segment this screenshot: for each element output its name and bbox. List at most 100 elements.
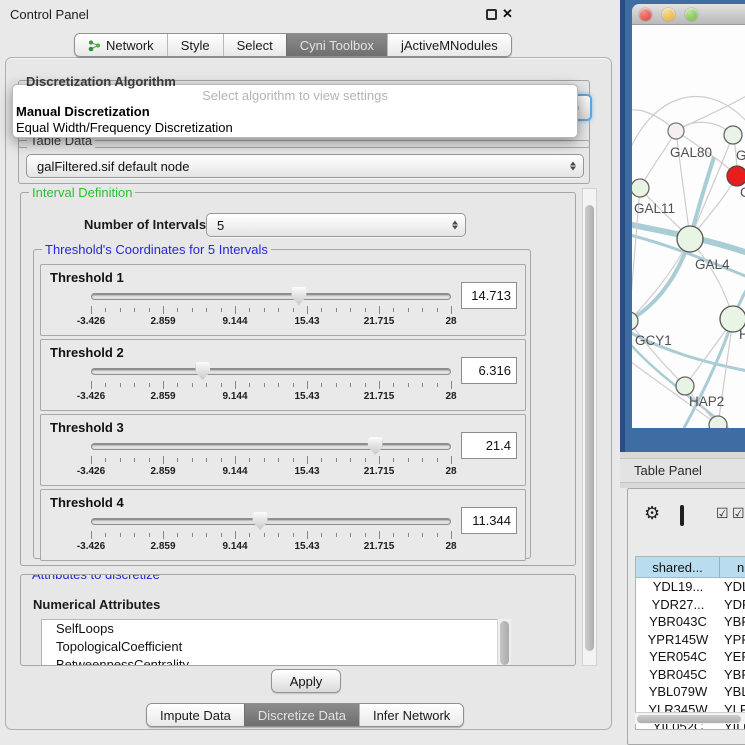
numerical-attributes-list[interactable]: SelfLoopsTopologicalCoefficientBetweenne…	[41, 619, 511, 666]
network-node[interactable]	[677, 226, 703, 252]
slider-thumb[interactable]	[368, 437, 383, 455]
slider-track[interactable]	[91, 368, 451, 375]
network-canvas[interactable]: GAL80GAGAL11CGAL4GCY1HHAP2	[632, 25, 745, 428]
threshold-value-field[interactable]: 14.713	[461, 282, 517, 309]
slider-tick	[91, 456, 92, 464]
tab-cyni-toolbox[interactable]: Cyni Toolbox	[286, 34, 387, 56]
table-row[interactable]: YBL079WYBL0	[636, 684, 745, 702]
network-node[interactable]	[632, 179, 649, 197]
attributes-list-scrollbar[interactable]	[497, 619, 511, 666]
tab-impute-data[interactable]: Impute Data	[147, 704, 244, 726]
network-node-label: GAL80	[670, 145, 712, 160]
checkbox-filter-icon[interactable]: ☑	[716, 505, 729, 522]
main-scrollbar[interactable]	[582, 188, 597, 666]
table-row[interactable]: YBR043CYBR0	[636, 614, 745, 632]
interval-definition-group: Interval Definition Number of Intervals …	[20, 192, 576, 566]
cell-name[interactable]: YDR2	[722, 597, 745, 612]
cell-name[interactable]: YBR0	[722, 614, 745, 629]
network-node[interactable]	[724, 126, 742, 144]
network-node[interactable]	[668, 123, 684, 139]
cell-name[interactable]: YPR1	[722, 632, 745, 647]
apply-button[interactable]: Apply	[271, 669, 341, 693]
column-header-name[interactable]: n	[721, 557, 745, 578]
threshold-label: Threshold 4	[50, 495, 124, 510]
attribute-list-item[interactable]: TopologicalCoefficient	[42, 638, 510, 656]
network-node[interactable]	[727, 166, 745, 186]
algorithm-placeholder-item[interactable]: Select algorithm to view settings	[13, 88, 577, 103]
cell-shared-name[interactable]: YER054C	[636, 649, 720, 664]
threshold-value-field[interactable]: 21.4	[461, 432, 517, 459]
threshold-value-field[interactable]: 11.344	[461, 507, 517, 534]
algorithm-option-equal-width[interactable]: Equal Width/Frequency Discretization	[16, 120, 233, 135]
node-attribute-table[interactable]: shared... n YDL19...YDL1YDR27...YDR2YBR0…	[635, 556, 745, 730]
slider-tick-label: 28	[445, 466, 456, 477]
zoom-traffic-light[interactable]	[685, 8, 698, 21]
cell-shared-name[interactable]: YBR043C	[636, 614, 720, 629]
table-row[interactable]: YER054CYER0	[636, 649, 745, 667]
cell-name[interactable]: YBR0	[722, 667, 745, 682]
tab-network[interactable]: Network	[75, 34, 167, 56]
cell-name[interactable]: YBL0	[722, 684, 745, 699]
network-node-label: H	[739, 327, 745, 342]
slider-thumb[interactable]	[253, 512, 268, 530]
slider-tick	[437, 533, 438, 537]
float-window-icon[interactable]	[486, 9, 497, 20]
threshold-slider[interactable]: -3.4262.8599.14415.4321.71528	[91, 289, 451, 333]
algorithm-option-manual[interactable]: Manual Discretization	[16, 104, 150, 119]
slider-tick	[105, 383, 106, 387]
slider-track[interactable]	[91, 443, 451, 450]
slider-tick-label: 21.715	[364, 391, 395, 402]
slider-tick	[192, 383, 193, 387]
slider-tick	[393, 383, 394, 387]
slider-thumb[interactable]	[291, 287, 306, 305]
cell-shared-name[interactable]: YBR045C	[636, 667, 720, 682]
slider-track[interactable]	[91, 518, 451, 525]
slider-tick	[350, 533, 351, 537]
slider-thumb[interactable]	[195, 362, 210, 380]
table-row[interactable]: YDL19...YDL1	[636, 579, 745, 597]
main-scrollbar-thumb[interactable]	[585, 205, 594, 651]
close-window-icon[interactable]: ✕	[502, 6, 513, 22]
network-window-titlebar[interactable]	[632, 4, 745, 25]
threshold-slider[interactable]: -3.4262.8599.14415.4321.71528	[91, 439, 451, 483]
cell-shared-name[interactable]: YPR145W	[636, 632, 720, 647]
table-row[interactable]: YPR145WYPR1	[636, 632, 745, 650]
network-node-label: GA	[736, 148, 745, 163]
close-traffic-light[interactable]	[639, 8, 652, 21]
number-of-intervals-combobox[interactable]: 5	[206, 213, 466, 237]
cell-name[interactable]: YDL1	[722, 579, 745, 594]
cell-shared-name[interactable]: YDR27...	[636, 597, 720, 612]
threshold-slider[interactable]: -3.4262.8599.14415.4321.71528	[91, 364, 451, 408]
cell-name[interactable]: YER0	[722, 649, 745, 664]
network-edge[interactable]	[718, 319, 733, 425]
table-hscrollbar[interactable]	[635, 712, 745, 724]
tab-discretize-data[interactable]: Discretize Data	[244, 704, 359, 726]
attribute-list-item[interactable]: SelfLoops	[42, 620, 510, 638]
tab-select[interactable]: Select	[223, 34, 286, 56]
network-node[interactable]	[676, 377, 694, 395]
table-hscrollbar-thumb[interactable]	[637, 715, 741, 723]
tab-jactivemnodules[interactable]: jActiveMNodules	[387, 34, 511, 56]
table-row[interactable]: YDR27...YDR2	[636, 597, 745, 615]
attribute-list-item[interactable]: BetweennessCentrality	[42, 656, 510, 666]
threshold-slider[interactable]: -3.4262.8599.14415.4321.71528	[91, 514, 451, 558]
table-row[interactable]: YBR045CYBR0	[636, 667, 745, 685]
split-columns-icon[interactable]	[680, 505, 684, 526]
table-settings-gear-icon[interactable]: ⚙	[644, 505, 660, 521]
attributes-list-scrollbar-thumb[interactable]	[500, 621, 509, 665]
minimize-traffic-light[interactable]	[662, 8, 675, 21]
checkbox-filter-icon[interactable]: ☑	[732, 505, 745, 522]
cell-shared-name[interactable]: YDL19...	[636, 579, 720, 594]
cell-shared-name[interactable]: YBL079W	[636, 684, 720, 699]
slider-tick	[134, 383, 135, 387]
slider-tick	[437, 383, 438, 387]
slider-track[interactable]	[91, 293, 451, 300]
table-data-combobox[interactable]: galFiltered.sif default node	[26, 154, 584, 178]
threshold-value-field[interactable]: 6.316	[461, 357, 517, 384]
network-edge[interactable]	[632, 357, 718, 425]
column-header-shared[interactable]: shared...	[636, 557, 720, 578]
network-node[interactable]	[709, 416, 727, 428]
slider-tick	[264, 458, 265, 462]
tab-style[interactable]: Style	[167, 34, 223, 56]
tab-infer-network[interactable]: Infer Network	[359, 704, 463, 726]
